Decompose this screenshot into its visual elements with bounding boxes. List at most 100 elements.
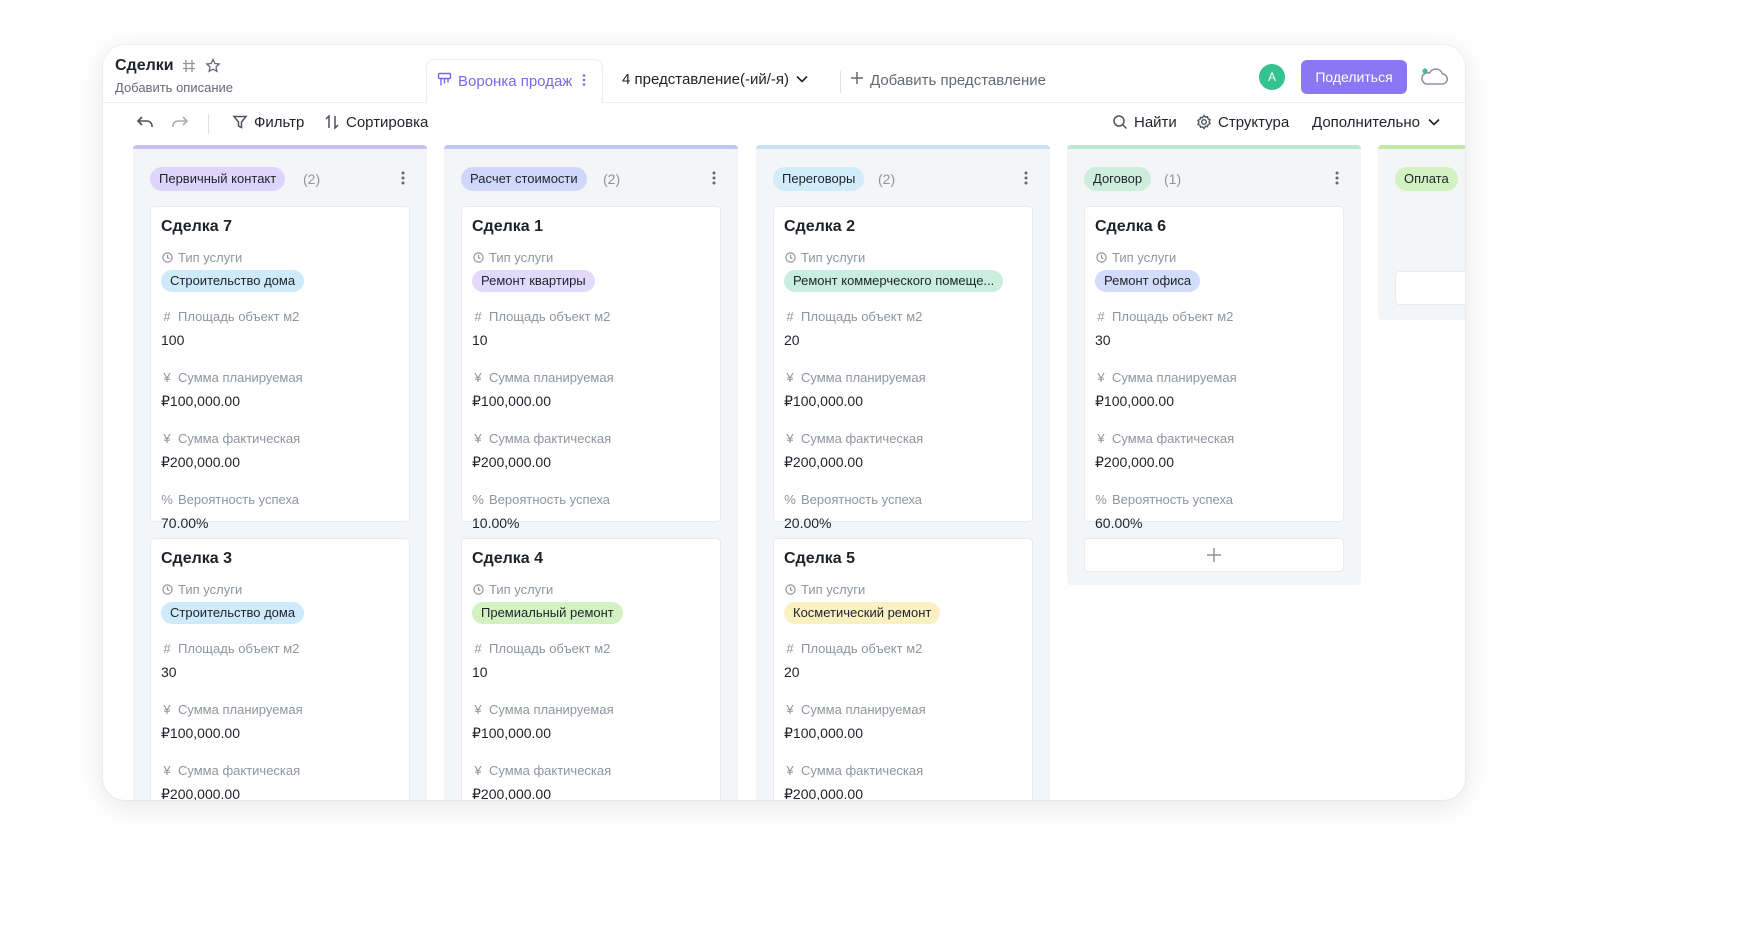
redo-icon xyxy=(171,113,189,131)
field-label: # Площадь объект м2 xyxy=(161,307,399,325)
add-view-button[interactable]: Добавить представление xyxy=(850,71,1046,89)
kanban-icon xyxy=(437,72,452,91)
filter-button[interactable]: Фильтр xyxy=(231,113,304,131)
field-value: 10 xyxy=(472,664,488,680)
column-negotiations: Переговоры (2) Сделка 2 Тип услуги Ремон… xyxy=(756,145,1050,800)
views-dropdown[interactable]: 4 представление(-ий/-я) xyxy=(622,71,809,88)
select-icon xyxy=(472,251,484,263)
field-label: ¥ Сумма планируемая xyxy=(472,368,710,386)
field-label: ¥ Сумма фактическая xyxy=(161,761,399,779)
currency-icon: ¥ xyxy=(786,762,794,778)
currency-icon: ¥ xyxy=(786,701,794,717)
field-value: 30 xyxy=(161,664,177,680)
more-dropdown[interactable]: Дополнительно xyxy=(1312,113,1443,131)
deal-card[interactable]: Сделка 3 Тип услуги Строительство дома #… xyxy=(150,538,410,800)
sort-button[interactable]: Сортировка xyxy=(323,113,428,131)
field-label: ¥ Сумма фактическая xyxy=(472,761,710,779)
field-value: ₽200,000.00 xyxy=(1095,454,1174,470)
field-value: ₽200,000.00 xyxy=(784,786,863,800)
stage-pill[interactable]: Расчет стоимости xyxy=(461,167,587,191)
chevron-down-icon xyxy=(795,71,809,88)
field-label: ¥ Сумма планируемая xyxy=(161,368,399,386)
star-icon[interactable] xyxy=(204,57,222,75)
field-label: ¥ Сумма фактическая xyxy=(784,761,1022,779)
field-value: 20 xyxy=(784,664,800,680)
currency-icon: ¥ xyxy=(474,369,482,385)
field-label: ¥ Сумма планируемая xyxy=(784,368,1022,386)
deal-card[interactable]: Сделка 5 Тип услуги Косметический ремонт… xyxy=(773,538,1033,800)
card-title: Сделка 3 xyxy=(161,550,233,567)
cloud-sync-icon[interactable] xyxy=(1420,63,1450,91)
field-value: ₽200,000.00 xyxy=(472,454,551,470)
percent-icon: % xyxy=(784,491,796,507)
column-header: Договор (1) xyxy=(1067,149,1361,204)
field-label: Тип услуги xyxy=(784,580,1022,598)
select-icon xyxy=(161,251,173,263)
kanban-board: Первичный контакт (2) Сделка 7 Тип услуг… xyxy=(103,145,1465,800)
field-label: ¥ Сумма планируемая xyxy=(784,700,1022,718)
column-header: Расчет стоимости (2) xyxy=(444,149,738,204)
page-title[interactable]: Сделки xyxy=(115,57,174,75)
currency-icon: ¥ xyxy=(1097,430,1105,446)
currency-icon: ¥ xyxy=(474,701,482,717)
card-title: Сделка 5 xyxy=(784,550,856,567)
currency-icon: ¥ xyxy=(786,430,794,446)
select-icon xyxy=(784,251,796,263)
service-tag: Премиальный ремонт xyxy=(472,602,623,624)
field-value: ₽100,000.00 xyxy=(472,725,551,741)
find-label: Найти xyxy=(1134,113,1177,131)
field-value: ₽200,000.00 xyxy=(161,454,240,470)
field-label: # Площадь объект м2 xyxy=(472,307,710,325)
field-label: # Площадь объект м2 xyxy=(1095,307,1333,325)
find-button[interactable]: Найти xyxy=(1111,113,1177,131)
stage-pill[interactable]: Договор xyxy=(1084,167,1152,191)
field-label: ¥ Сумма планируемая xyxy=(1095,368,1333,386)
description-link[interactable]: Добавить описание xyxy=(115,80,233,95)
redo-button[interactable] xyxy=(171,113,189,131)
title-block: Сделки Добавить описание xyxy=(115,57,233,95)
plus-icon xyxy=(850,71,864,89)
filter-icon xyxy=(231,113,249,131)
deal-card[interactable]: Сделка 6 Тип услуги Ремонт офиса # Площад… xyxy=(1084,206,1344,531)
plus-icon xyxy=(1207,548,1221,562)
more-vertical-icon[interactable] xyxy=(582,73,586,91)
tab-sales-funnel[interactable]: Воронка продаж xyxy=(426,59,603,103)
hash-icon: # xyxy=(1097,308,1105,324)
more-vertical-icon[interactable] xyxy=(708,167,720,189)
stage-pill[interactable]: Переговоры xyxy=(773,167,865,191)
field-label: Тип услуги xyxy=(472,580,710,598)
add-card-button[interactable] xyxy=(1395,271,1465,305)
hash-icon: # xyxy=(786,308,794,324)
stage-pill[interactable]: Первичный контакт xyxy=(150,167,286,191)
card-title: Сделка 1 xyxy=(472,218,544,235)
share-button[interactable]: Поделиться xyxy=(1301,60,1407,94)
divider xyxy=(208,114,209,134)
structure-button[interactable]: Структура xyxy=(1195,113,1289,131)
deal-card[interactable]: Сделка 2 Тип услуги Ремонт коммерческого… xyxy=(773,206,1033,531)
deal-card[interactable]: Сделка 7 Тип услуги Строительство дома #… xyxy=(150,206,410,531)
stage-pill[interactable]: Оплата xyxy=(1395,167,1458,191)
field-label: ¥ Сумма фактическая xyxy=(472,429,710,447)
sort-icon xyxy=(323,113,341,131)
hash-icon: # xyxy=(786,640,794,656)
hash-icon: # xyxy=(163,640,171,656)
service-tag: Косметический ремонт xyxy=(784,602,941,624)
card-title: Сделка 7 xyxy=(161,218,233,235)
service-tag: Строительство дома xyxy=(161,602,305,624)
deal-card[interactable]: Сделка 1 Тип услуги Ремонт квартиры # Пло… xyxy=(461,206,721,531)
more-vertical-icon[interactable] xyxy=(397,167,409,189)
column-header: Оплата xyxy=(1378,149,1465,204)
avatar[interactable]: A xyxy=(1259,64,1285,90)
field-label: Тип услуги xyxy=(472,248,710,266)
field-label: % Вероятность успеха xyxy=(1095,491,1234,507)
search-icon xyxy=(1111,113,1129,131)
more-vertical-icon[interactable] xyxy=(1331,167,1343,189)
hash-icon[interactable] xyxy=(180,57,198,75)
field-value: ₽200,000.00 xyxy=(784,454,863,470)
deal-card[interactable]: Сделка 4 Тип услуги Премиальный ремонт #… xyxy=(461,538,721,800)
more-vertical-icon[interactable] xyxy=(1020,167,1032,189)
add-card-button[interactable] xyxy=(1084,538,1344,572)
undo-button[interactable] xyxy=(136,113,154,131)
app-window: Сделки Добавить описание Воронка продаж … xyxy=(103,45,1465,800)
add-view-label: Добавить представление xyxy=(870,71,1046,89)
